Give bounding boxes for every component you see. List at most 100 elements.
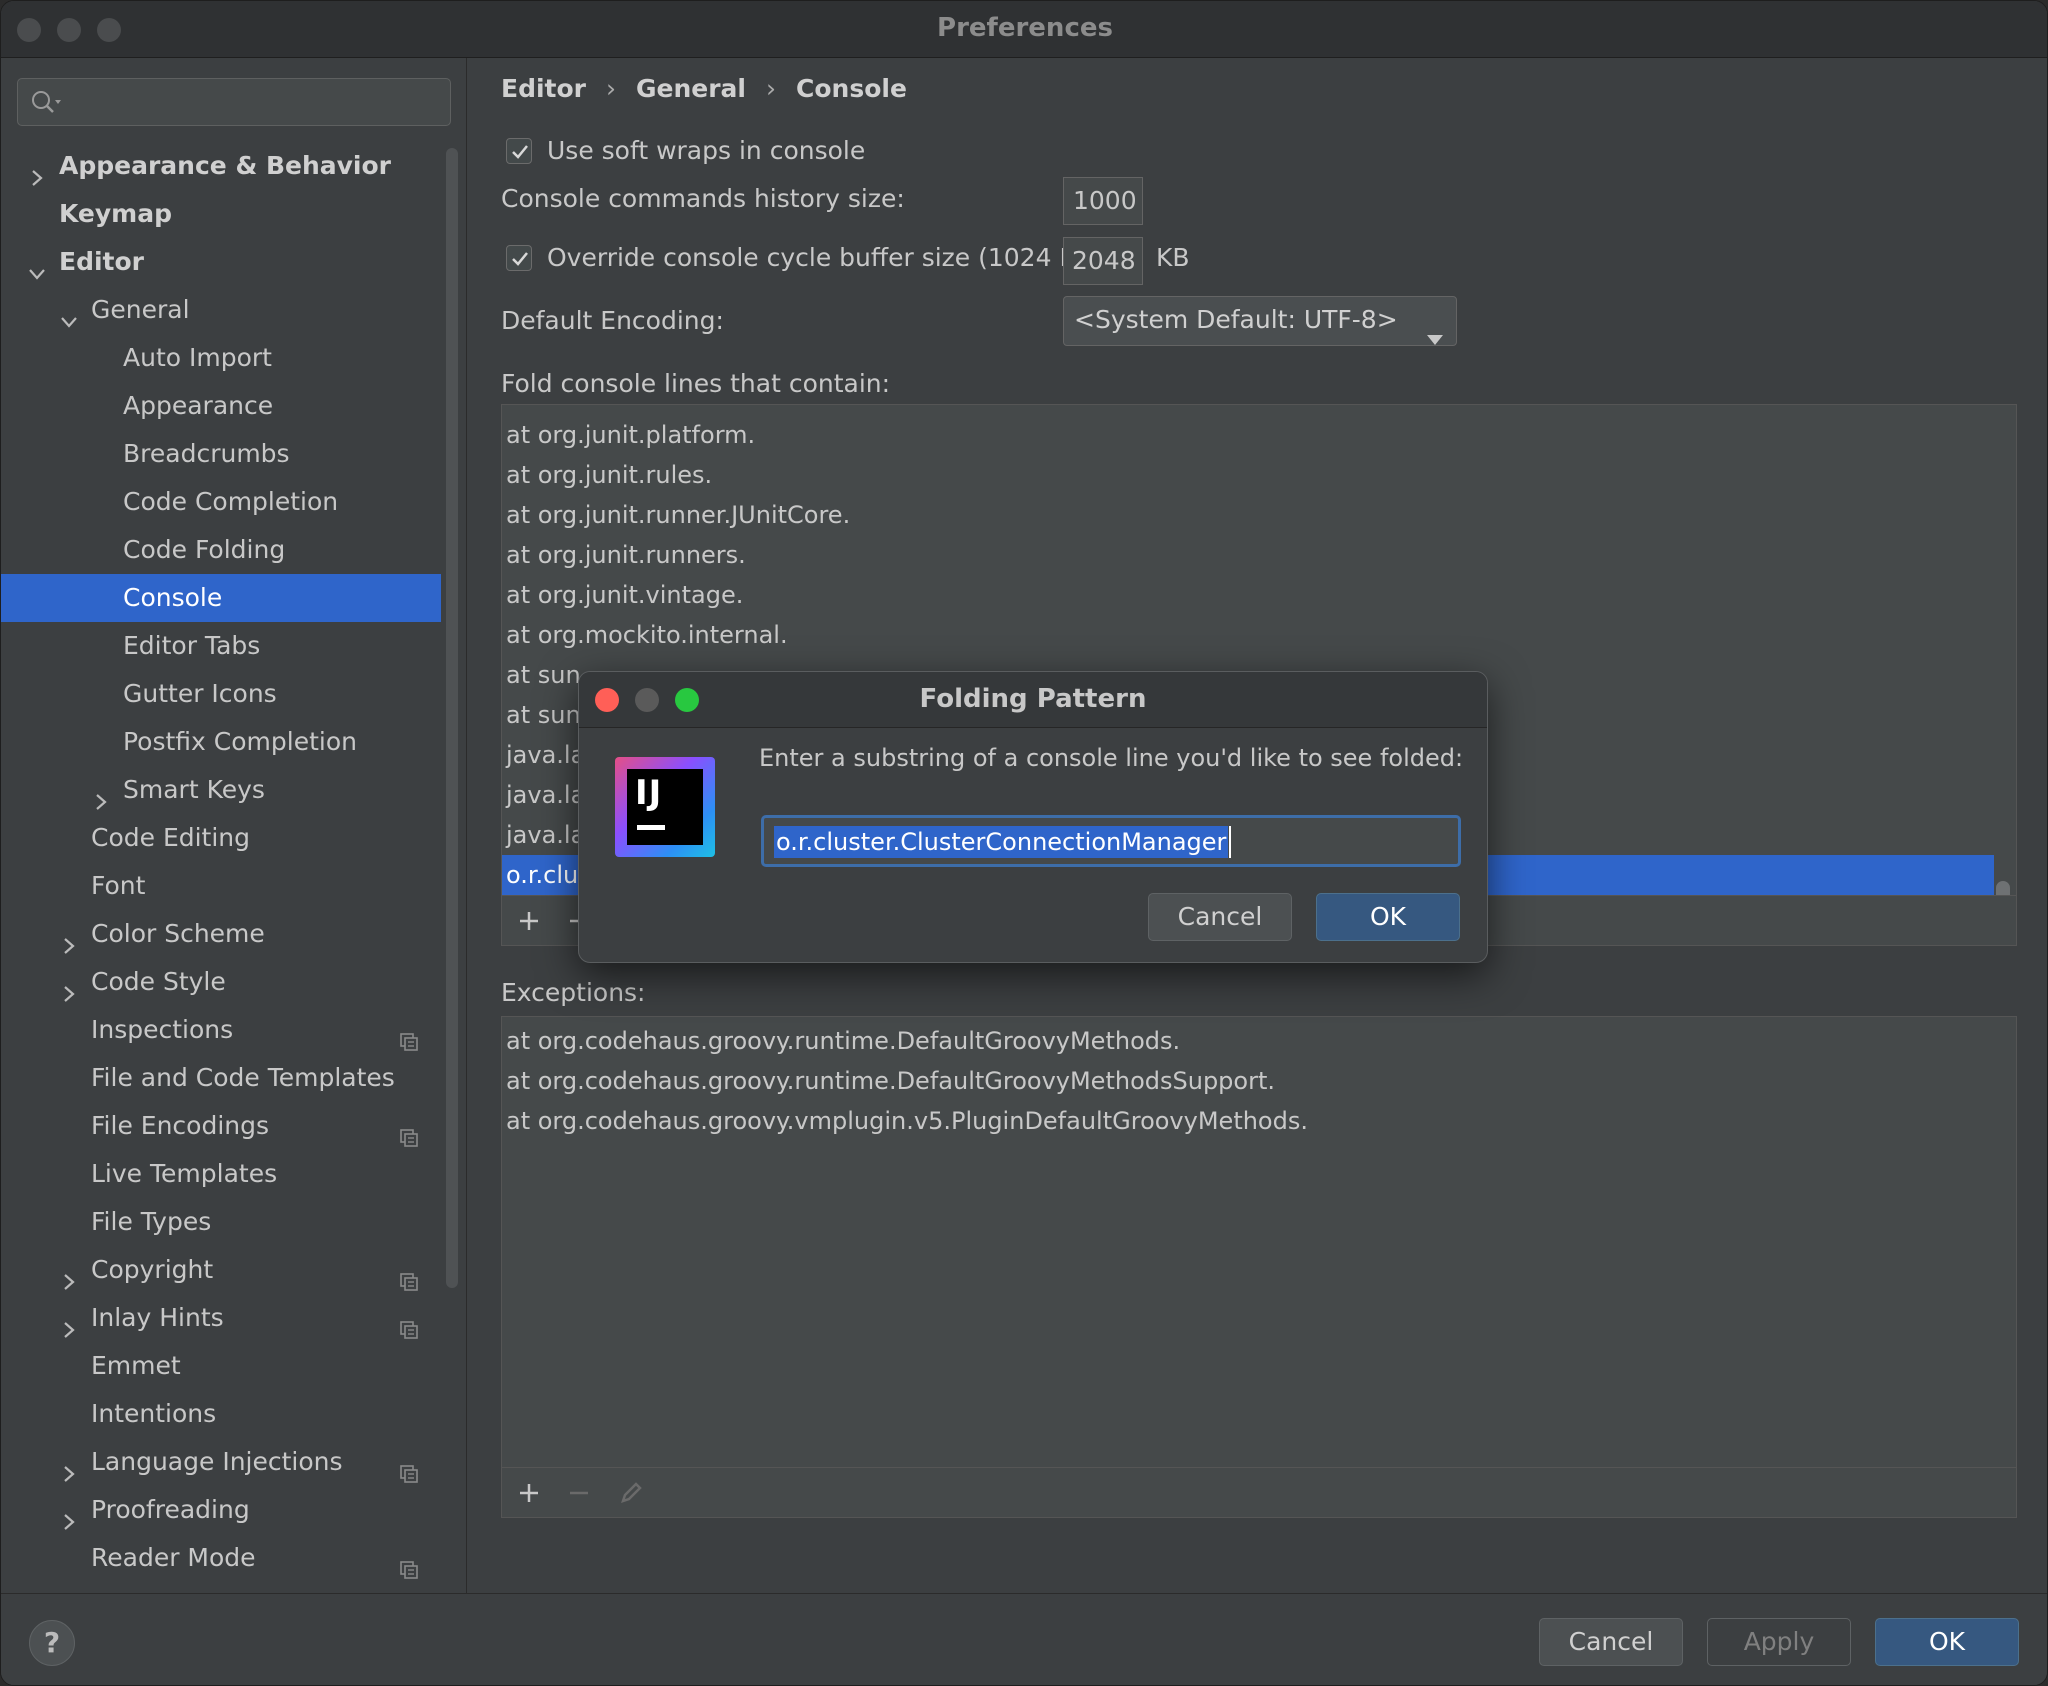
- sidebar-item-file-types[interactable]: File Types: [1, 1198, 441, 1246]
- dialog-prompt: Enter a substring of a console line you'…: [759, 744, 1464, 772]
- soft-wraps-label[interactable]: Use soft wraps in console: [547, 136, 865, 165]
- help-button[interactable]: ?: [29, 1620, 75, 1666]
- chevron-right-icon[interactable]: [59, 1260, 79, 1290]
- ok-button[interactable]: OK: [1875, 1618, 2019, 1666]
- list-item[interactable]: at org.codehaus.groovy.runtime.DefaultGr…: [502, 1021, 1180, 1061]
- list-item[interactable]: at org.mockito.internal.: [502, 615, 1994, 655]
- list-item[interactable]: at org.junit.platform.: [502, 415, 1994, 455]
- sidebar-item-color-scheme[interactable]: Color Scheme: [1, 910, 441, 958]
- minus-icon[interactable]: [566, 1480, 592, 1506]
- chevron-right-icon[interactable]: [59, 1308, 79, 1338]
- sidebar-item-file-and-code-templates[interactable]: File and Code Templates: [1, 1054, 441, 1102]
- sidebar-item-language-injections[interactable]: Language Injections: [1, 1438, 441, 1486]
- sidebar-item-emmet[interactable]: Emmet: [1, 1342, 441, 1390]
- list-item[interactable]: at org.junit.runners.: [502, 535, 1994, 575]
- sidebar-item-editor[interactable]: Editor: [1, 238, 441, 286]
- sidebar-item-inspections[interactable]: Inspections: [1, 1006, 441, 1054]
- sidebar-item-appearance-behavior[interactable]: Appearance & Behavior: [1, 142, 441, 190]
- sidebar-item-appearance[interactable]: Appearance: [1, 382, 441, 430]
- sidebar-item-label: Intentions: [91, 1399, 217, 1428]
- sidebar-item-proofreading[interactable]: Proofreading: [1, 1486, 441, 1534]
- sidebar-item-font[interactable]: Font: [1, 862, 441, 910]
- settings-search-input[interactable]: [17, 78, 451, 126]
- override-buffer-field[interactable]: 2048: [1063, 237, 1143, 285]
- sidebar-item-keymap[interactable]: Keymap: [1, 190, 441, 238]
- sidebar-item-general[interactable]: General: [1, 286, 441, 334]
- sidebar-item-inlay-hints[interactable]: Inlay Hints: [1, 1294, 441, 1342]
- sidebar-item-label: Appearance & Behavior: [59, 151, 391, 180]
- sidebar-item-label: File Types: [91, 1207, 212, 1236]
- project-level-icon: [399, 1308, 419, 1339]
- breadcrumb-general[interactable]: General: [636, 74, 746, 103]
- history-size-label: Console commands history size:: [501, 184, 905, 213]
- plus-icon[interactable]: [516, 1480, 542, 1506]
- sidebar-item-label: Appearance: [123, 391, 274, 420]
- sidebar-item-auto-import[interactable]: Auto Import: [1, 334, 441, 382]
- plus-icon[interactable]: [516, 908, 542, 934]
- exceptions-list[interactable]: at org.codehaus.groovy.runtime.DefaultGr…: [501, 1016, 2017, 1518]
- sidebar-item-label: Language Injections: [91, 1447, 343, 1476]
- project-level-icon: [399, 1452, 419, 1483]
- sidebar-item-breadcrumbs[interactable]: Breadcrumbs: [1, 430, 441, 478]
- sidebar-item-file-encodings[interactable]: File Encodings: [1, 1102, 441, 1150]
- sidebar-item-intentions[interactable]: Intentions: [1, 1390, 441, 1438]
- exceptions-toolbar: [502, 1467, 2016, 1517]
- sidebar-item-label: Editor: [59, 247, 144, 276]
- list-item[interactable]: at org.codehaus.groovy.runtime.DefaultGr…: [502, 1061, 1275, 1101]
- text-caret: [1229, 826, 1231, 858]
- folding-pattern-value: o.r.cluster.ClusterConnectionManager: [774, 826, 1229, 858]
- sidebar-item-label: Code Style: [91, 967, 226, 996]
- chevron-down-icon[interactable]: [27, 252, 47, 280]
- chevron-down-icon[interactable]: [59, 300, 79, 328]
- sidebar-item-code-completion[interactable]: Code Completion: [1, 478, 441, 526]
- list-item[interactable]: at org.junit.rules.: [502, 455, 1994, 495]
- dialog-cancel-button[interactable]: Cancel: [1148, 893, 1292, 941]
- folding-pattern-input[interactable]: o.r.cluster.ClusterConnectionManager: [761, 815, 1461, 867]
- buffer-unit-label: KB: [1156, 243, 1190, 272]
- chevron-right-icon[interactable]: [59, 1500, 79, 1530]
- project-level-icon: [399, 1260, 419, 1291]
- default-encoding-label: Default Encoding:: [501, 306, 724, 335]
- dialog-title: Folding Pattern: [919, 684, 1147, 714]
- sidebar-item-label: Code Editing: [91, 823, 251, 852]
- chevron-right-icon[interactable]: [59, 1452, 79, 1482]
- pencil-icon[interactable]: [618, 1480, 644, 1506]
- chevron-right-icon[interactable]: [59, 924, 79, 954]
- sidebar-scrollbar[interactable]: [446, 148, 458, 1288]
- default-encoding-combo[interactable]: <System Default: UTF-8>: [1063, 296, 1457, 346]
- chevron-right-icon[interactable]: [59, 972, 79, 1002]
- sidebar-item-label: Code Folding: [123, 535, 286, 564]
- override-buffer-checkbox[interactable]: [506, 245, 532, 271]
- dialog-ok-button[interactable]: OK: [1316, 893, 1460, 941]
- history-size-field[interactable]: 1000: [1063, 177, 1143, 225]
- chevron-right-icon[interactable]: [27, 156, 47, 186]
- soft-wraps-checkbox[interactable]: [506, 138, 532, 164]
- checkmark-icon: [512, 145, 528, 159]
- sidebar-item-smart-keys[interactable]: Smart Keys: [1, 766, 441, 814]
- settings-tree: Appearance & Behavior Keymap Editor General…: [1, 142, 441, 1582]
- chevron-right-icon[interactable]: [91, 780, 111, 810]
- sidebar-item-live-templates[interactable]: Live Templates: [1, 1150, 441, 1198]
- list-item[interactable]: at org.codehaus.groovy.vmplugin.v5.Plugi…: [502, 1101, 1308, 1141]
- sidebar-item-code-style[interactable]: Code Style: [1, 958, 441, 1006]
- sidebar-item-console[interactable]: Console: [1, 574, 441, 622]
- sidebar-item-editor-tabs[interactable]: Editor Tabs: [1, 622, 441, 670]
- sidebar-item-code-editing[interactable]: Code Editing: [1, 814, 441, 862]
- sidebar-item-gutter-icons[interactable]: Gutter Icons: [1, 670, 441, 718]
- list-item[interactable]: at org.junit.runner.JUnitCore.: [502, 495, 1994, 535]
- sidebar-item-label: File Encodings: [91, 1111, 270, 1140]
- sidebar-item-reader-mode[interactable]: Reader Mode: [1, 1534, 441, 1582]
- sidebar-item-copyright[interactable]: Copyright: [1, 1246, 441, 1294]
- sidebar-item-label: Auto Import: [123, 343, 272, 372]
- apply-button[interactable]: Apply: [1707, 1618, 1851, 1666]
- settings-sidebar: Appearance & Behavior Keymap Editor General…: [1, 58, 467, 1593]
- search-icon: [30, 89, 64, 121]
- breadcrumb-editor[interactable]: Editor: [501, 74, 586, 103]
- sidebar-item-code-folding[interactable]: Code Folding: [1, 526, 441, 574]
- list-item[interactable]: at org.junit.vintage.: [502, 575, 1994, 615]
- sidebar-item-label: Keymap: [59, 199, 173, 228]
- sidebar-item-label: Color Scheme: [91, 919, 265, 948]
- cancel-button[interactable]: Cancel: [1539, 1618, 1683, 1666]
- override-buffer-label[interactable]: Override console cycle buffer size (1024…: [547, 243, 1103, 272]
- sidebar-item-postfix-completion[interactable]: Postfix Completion: [1, 718, 441, 766]
